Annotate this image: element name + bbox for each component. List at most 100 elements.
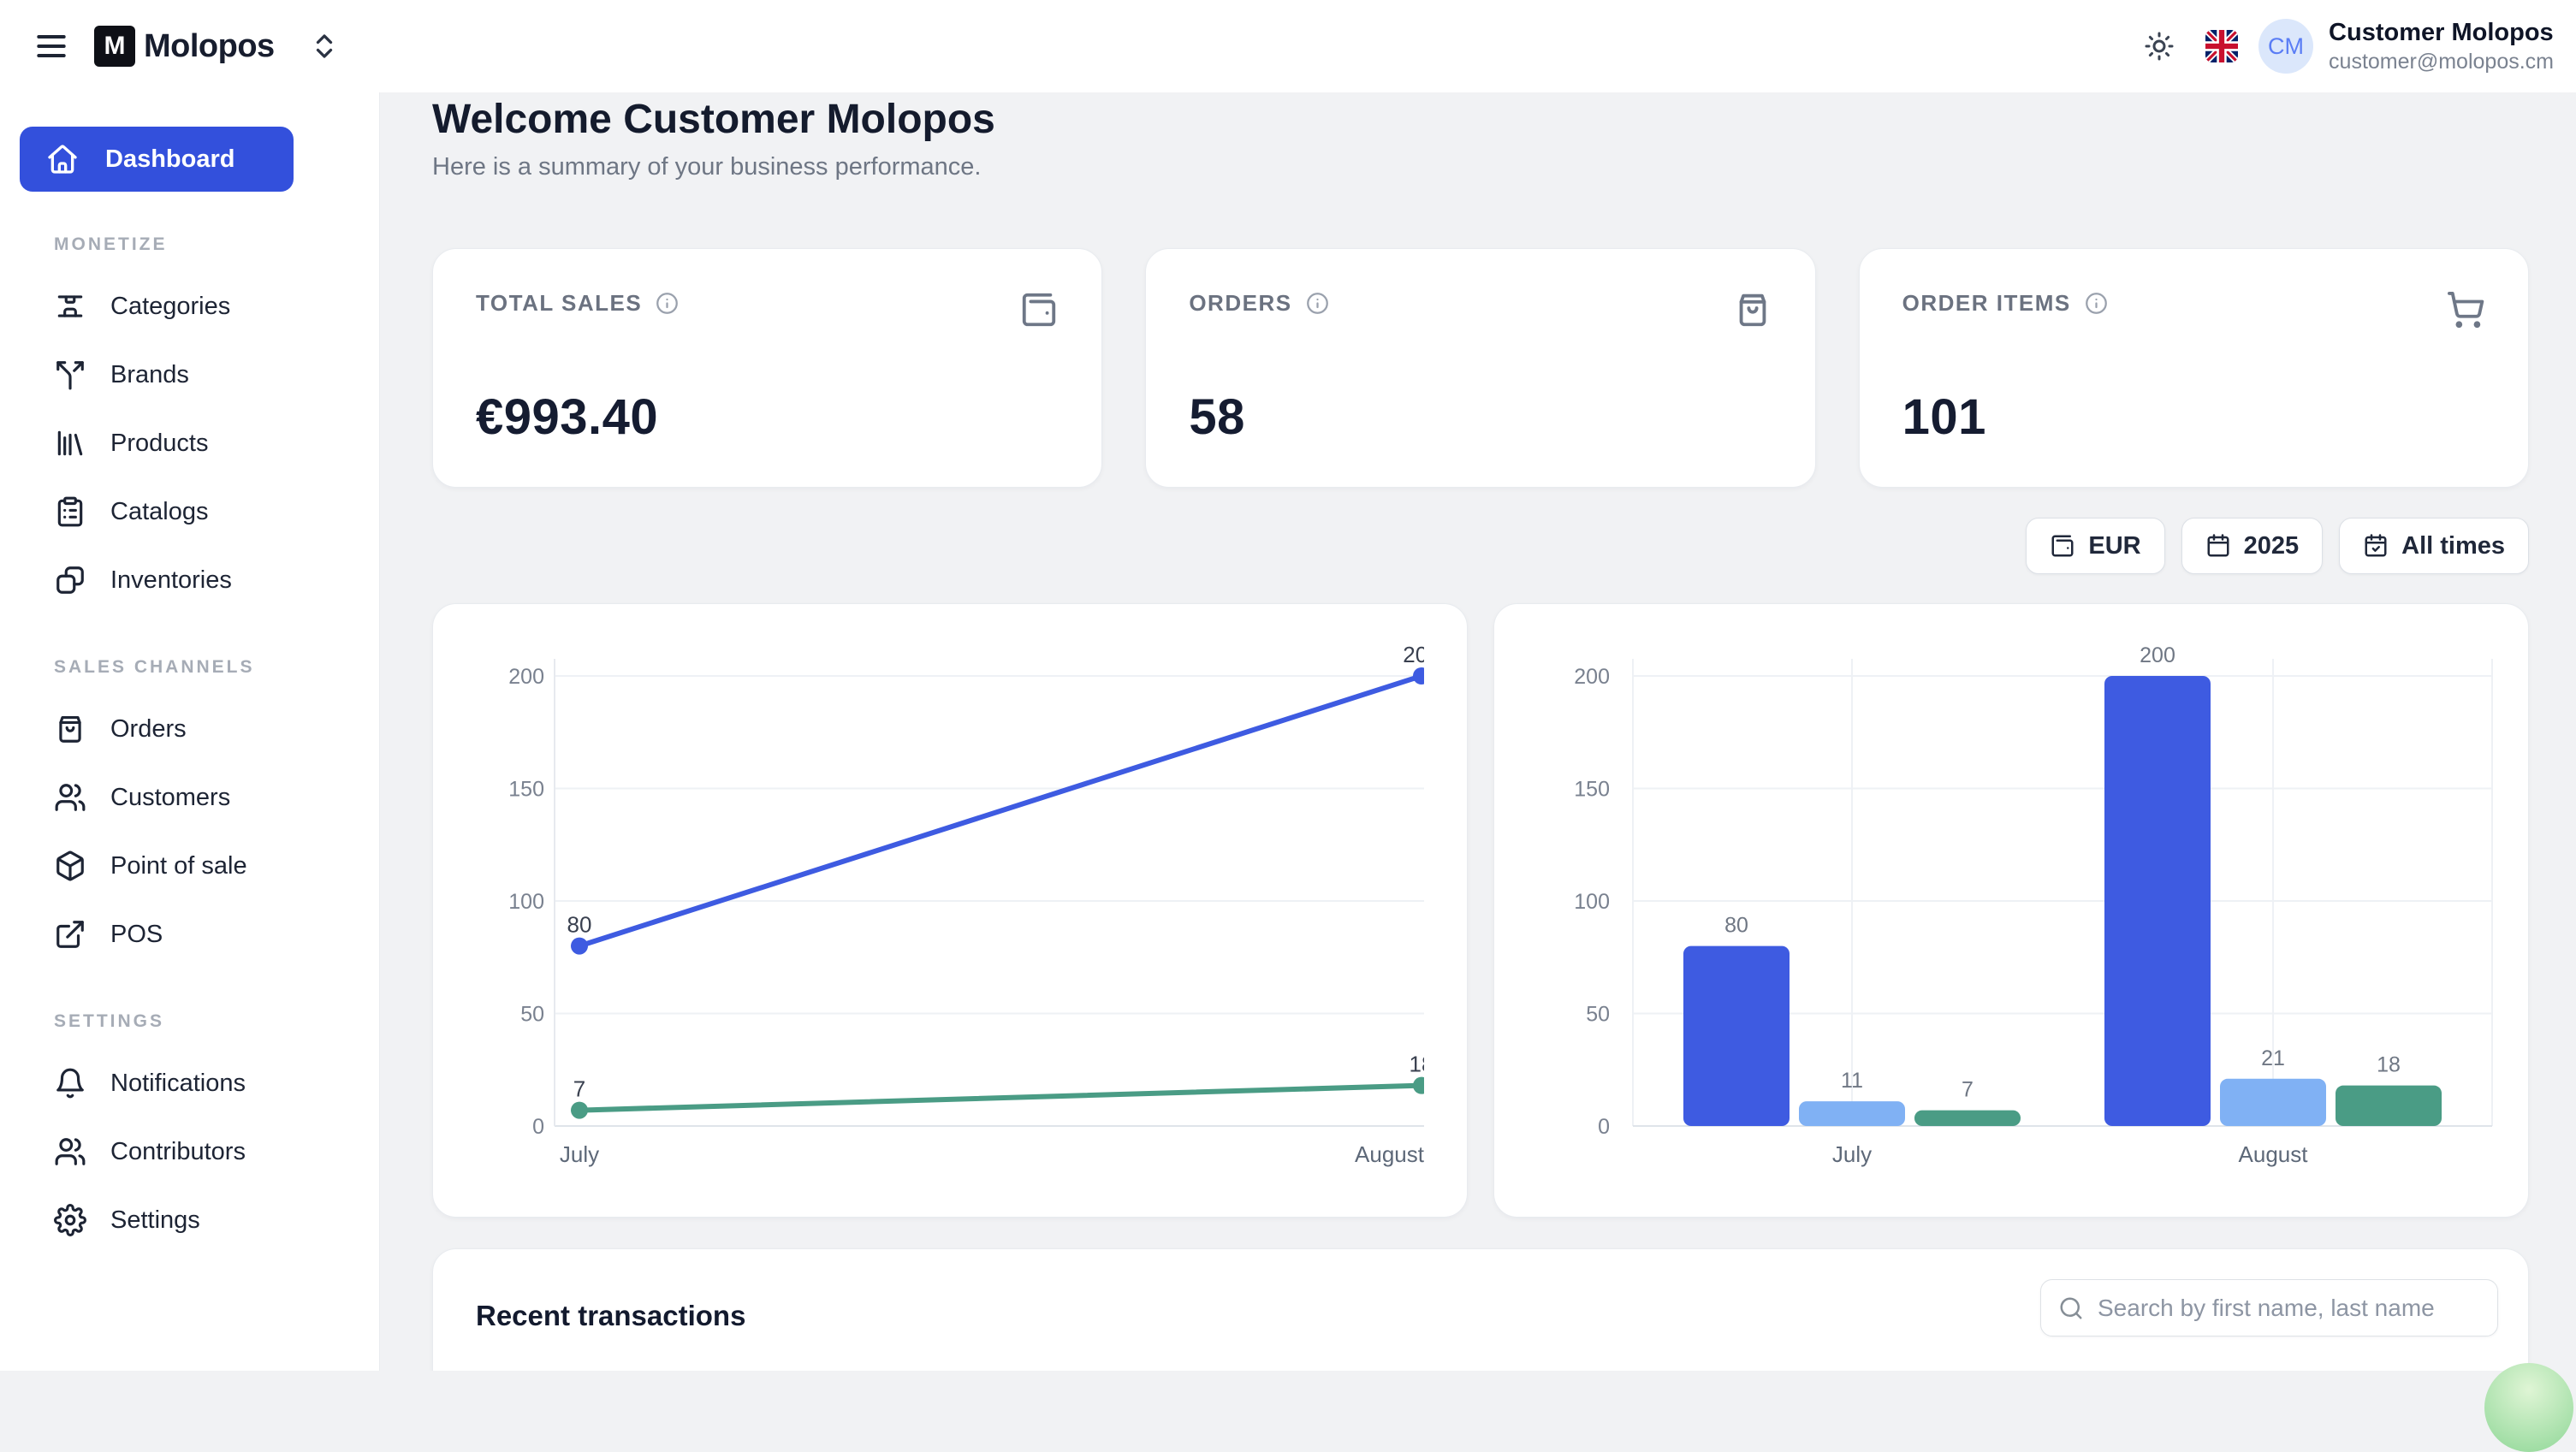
page-title: Welcome Customer Molopos: [432, 96, 995, 143]
sidebar-item-dashboard[interactable]: Dashboard: [20, 127, 294, 192]
wallet-icon: [2050, 533, 2075, 559]
stat-card-order-items: ORDER ITEMS 101: [1859, 248, 2529, 488]
avatar-initials: CM: [2268, 33, 2304, 60]
svg-text:0: 0: [1598, 1115, 1610, 1139]
menu-button[interactable]: [33, 27, 70, 65]
stat-card-total-sales: TOTAL SALES €993.40: [432, 248, 1102, 488]
sales-bar-chart-card: 050100150200802001121718JulyAugust: [1493, 603, 2529, 1218]
year-filter-button[interactable]: 2025: [2181, 518, 2324, 574]
sidebar-item-customers[interactable]: Customers: [20, 763, 379, 832]
package-icon: [54, 850, 86, 882]
search-icon: [2058, 1295, 2084, 1321]
sales-line-chart-card: 05010015020080200718JulyAugust: [432, 603, 1468, 1218]
svg-text:7: 7: [573, 1076, 585, 1102]
gear-icon: [54, 1204, 86, 1236]
svg-text:July: July: [560, 1141, 599, 1167]
info-icon[interactable]: [1306, 292, 1329, 315]
sidebar-item-inventories[interactable]: Inventories: [20, 546, 379, 614]
language-button[interactable]: [2205, 30, 2238, 62]
svg-text:July: July: [1832, 1141, 1872, 1167]
filters-row: EUR 2025 All times: [432, 518, 2529, 574]
sidebar-item-label: Products: [110, 430, 208, 458]
bell-icon: [54, 1067, 86, 1099]
sidebar-item-catalogs[interactable]: Catalogs: [20, 477, 379, 546]
transactions-search: [2040, 1279, 2498, 1336]
line-chart: 05010015020080200718JulyAugust: [433, 604, 1424, 1218]
shopping-bag-icon: [1733, 290, 1772, 329]
hamburger-menu-icon: [33, 27, 70, 65]
clipboard-list-icon: [54, 495, 86, 528]
wallet-icon: [1019, 290, 1059, 329]
split-arrows-icon: [54, 359, 86, 391]
sidebar-item-label: Notifications: [110, 1070, 246, 1098]
sidebar-item-point-of-sale[interactable]: Point of sale: [20, 832, 379, 900]
home-icon: [45, 142, 80, 176]
sidebar-item-label: Brands: [110, 361, 189, 389]
sidebar-section-sales-channels: SALES CHANNELS: [54, 657, 379, 678]
sidebar-item-label: Orders: [110, 715, 187, 744]
svg-text:150: 150: [508, 778, 544, 802]
workspace-switcher-button[interactable]: [309, 31, 340, 62]
stat-label: ORDERS: [1189, 290, 1291, 317]
sidebar-item-categories[interactable]: Categories: [20, 272, 379, 341]
sidebar-item-products[interactable]: Products: [20, 409, 379, 477]
page-head: Welcome Customer Molopos Here is a summa…: [432, 96, 995, 181]
users-icon: [54, 781, 86, 814]
shopping-bag-icon: [54, 713, 86, 745]
calendar-icon: [2205, 533, 2231, 559]
stat-value: 58: [1189, 388, 1772, 446]
transactions-search-input[interactable]: [2096, 1294, 2484, 1323]
svg-text:11: 11: [1841, 1069, 1863, 1093]
sidebar-item-settings[interactable]: Settings: [20, 1186, 379, 1254]
filter-label: 2025: [2244, 532, 2300, 560]
svg-text:18: 18: [1410, 1052, 1424, 1077]
page-subtitle: Here is a summary of your business perfo…: [432, 153, 995, 181]
topbar: M Molopos CM Customer Molopos customer@m…: [0, 0, 2576, 92]
user-name: Customer Molopos: [2329, 17, 2554, 48]
external-link-icon: [54, 918, 86, 951]
filter-label: All times: [2401, 532, 2505, 560]
logo[interactable]: M Molopos: [94, 26, 275, 67]
currency-filter-button[interactable]: EUR: [2026, 518, 2164, 574]
theme-toggle-button[interactable]: [2144, 31, 2175, 62]
recent-transactions-card: Recent transactions: [432, 1248, 2529, 1371]
charts-row: 05010015020080200718JulyAugust 050100150…: [432, 603, 2529, 1218]
svg-text:150: 150: [1574, 778, 1610, 802]
user-info[interactable]: Customer Molopos customer@molopos.cm: [2329, 17, 2554, 75]
svg-text:80: 80: [1724, 914, 1748, 938]
svg-text:200: 200: [508, 665, 544, 689]
stat-value: €993.40: [476, 388, 1059, 446]
logo-text: Molopos: [144, 28, 275, 65]
info-icon[interactable]: [656, 292, 679, 315]
sidebar-item-label: POS: [110, 921, 163, 949]
user-email: customer@molopos.cm: [2329, 49, 2554, 75]
svg-text:August: August: [2239, 1141, 2309, 1167]
sidebar-item-label: Point of sale: [110, 852, 247, 880]
shopping-cart-icon: [2446, 290, 2485, 329]
chat-widget-button[interactable]: [2484, 1363, 2573, 1452]
stat-label: TOTAL SALES: [476, 290, 642, 317]
sidebar-item-label: Catalogs: [110, 498, 208, 526]
time-range-filter-button[interactable]: All times: [2339, 518, 2529, 574]
svg-text:7: 7: [1962, 1078, 1974, 1102]
sidebar-item-brands[interactable]: Brands: [20, 341, 379, 409]
filter-label: EUR: [2088, 532, 2140, 560]
info-icon[interactable]: [2085, 292, 2108, 315]
sidebar-section-monetize: MONETIZE: [54, 234, 379, 255]
svg-text:18: 18: [2377, 1053, 2401, 1077]
avatar[interactable]: CM: [2258, 19, 2313, 74]
sidebar-item-pos[interactable]: POS: [20, 900, 379, 969]
sidebar-item-orders[interactable]: Orders: [20, 695, 379, 763]
svg-text:200: 200: [2140, 643, 2175, 667]
svg-text:0: 0: [532, 1115, 544, 1139]
sidebar-item-notifications[interactable]: Notifications: [20, 1049, 379, 1117]
sidebar-nav-monetize: Categories Brands Products Catalogs Inve…: [20, 272, 379, 614]
stat-card-orders: ORDERS 58: [1145, 248, 1815, 488]
sidebar-item-label: Settings: [110, 1206, 200, 1235]
svg-text:50: 50: [1586, 1003, 1610, 1027]
sidebar-item-contributors[interactable]: Contributors: [20, 1117, 379, 1186]
calendar-check-icon: [2363, 533, 2389, 559]
svg-text:80: 80: [567, 912, 592, 938]
stat-label: ORDER ITEMS: [1902, 290, 2071, 317]
svg-text:August: August: [1355, 1141, 1424, 1167]
